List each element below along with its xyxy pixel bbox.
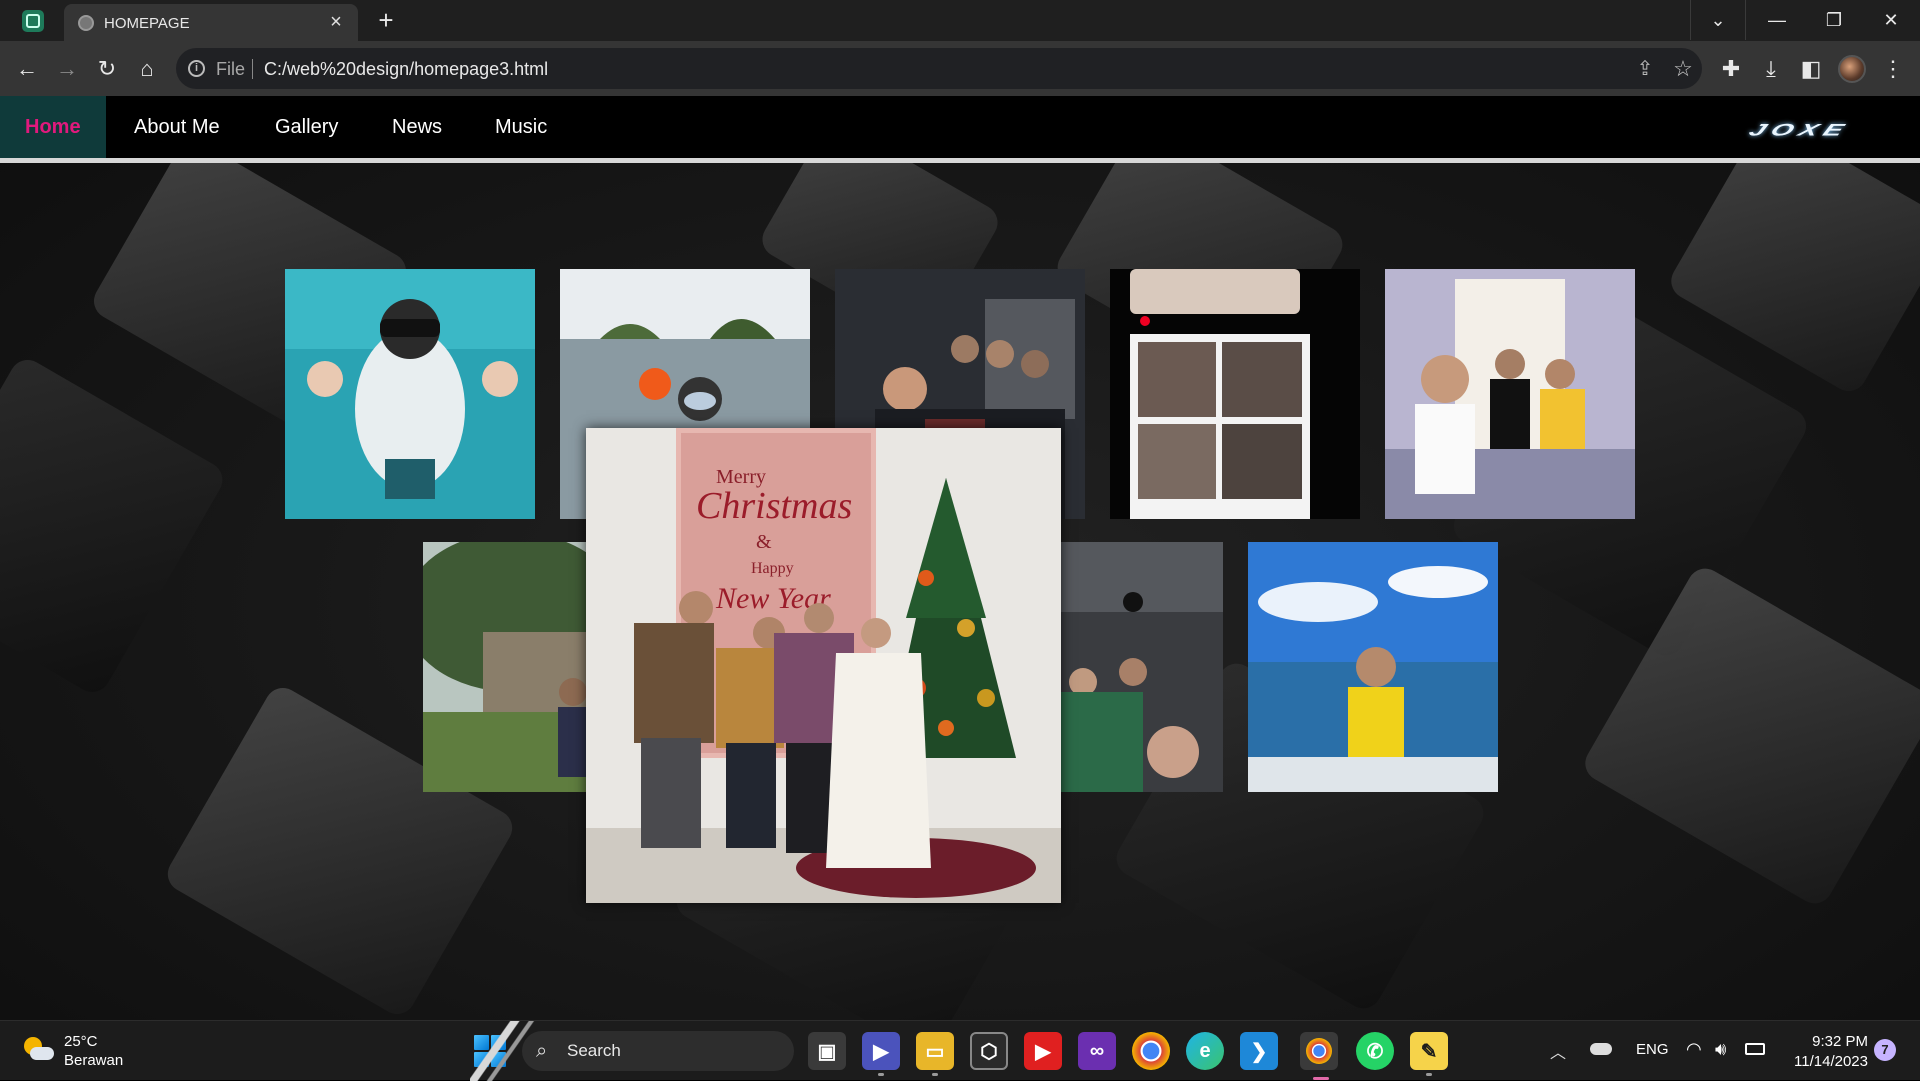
onedrive-cloud-icon[interactable] [1590, 1043, 1612, 1055]
battery-icon[interactable] [1745, 1043, 1765, 1055]
boat-sea-photo[interactable] [1248, 542, 1498, 792]
tab-search-chevron-icon[interactable]: ⌄ [1690, 0, 1746, 40]
nav-music[interactable]: Music [470, 96, 572, 158]
photobooth-strip-photo[interactable] [1110, 269, 1360, 519]
weather-cloud-sun-icon[interactable] [22, 1035, 54, 1065]
search-placeholder: Search [567, 1041, 621, 1060]
back-button[interactable]: ← [12, 54, 42, 84]
address-bar[interactable]: i File C:/web%20design/homepage3.html ⇪ … [176, 48, 1702, 89]
nav-divider [0, 158, 1920, 163]
search-highlight-image [732, 1037, 786, 1065]
sticky-notes-icon[interactable]: ✎ [1410, 1032, 1448, 1076]
youtube-icon[interactable]: ▶ [1024, 1032, 1062, 1070]
site-navbar: Home About Me Gallery News Music JOXE [0, 96, 1920, 158]
file-explorer-icon[interactable]: ▭ [916, 1032, 954, 1076]
address-separator [252, 59, 253, 79]
browser-tab-strip: HOMEPAGE × + ⌄ — ❐ ✕ [0, 0, 1920, 41]
weather-description[interactable]: Berawan [64, 1052, 123, 1069]
edge-icon[interactable]: e [1186, 1032, 1224, 1070]
weather-temperature[interactable]: 25°C [64, 1033, 98, 1050]
nav-gallery[interactable]: Gallery [250, 96, 363, 158]
close-window-button[interactable]: ✕ [1863, 0, 1919, 40]
tab-title: HOMEPAGE [104, 15, 190, 32]
task-view-icon[interactable]: ▣ [808, 1032, 846, 1070]
whatsapp-icon[interactable]: ✆ [1356, 1032, 1394, 1070]
clock-time[interactable]: 9:32 PM [1806, 1033, 1868, 1050]
reload-button[interactable]: ↻ [92, 54, 122, 84]
bookmark-star-icon[interactable]: ☆ [1670, 56, 1696, 82]
vscode-icon[interactable]: ❯ [1240, 1032, 1278, 1070]
browser-tab[interactable]: HOMEPAGE × [64, 4, 358, 41]
windows-taskbar: 25°C Berawan ⌕ Search ▣ ▶ ▭ ⬡ ▶ ∞ e ❯ ✆ … [0, 1020, 1920, 1081]
visual-studio-icon[interactable]: ∞ [1078, 1032, 1116, 1070]
nav-about-me[interactable]: About Me [109, 96, 245, 158]
url-text[interactable]: C:/web%20design/homepage3.html [264, 59, 548, 80]
hallway-friends-photo[interactable] [1385, 269, 1635, 519]
banner-ampersand-text: & [756, 531, 772, 553]
underwater-snorkel-photo[interactable] [285, 269, 535, 519]
profile-avatar[interactable] [1838, 55, 1866, 83]
web-page: Home About Me Gallery News Music JOXE Me… [0, 96, 1920, 1020]
forward-button[interactable]: → [52, 54, 82, 84]
nav-home[interactable]: Home [0, 96, 106, 158]
site-logo[interactable]: JOXE [1746, 120, 1853, 139]
more-menu-icon[interactable]: ⋮ [1878, 54, 1908, 84]
christmas-family-photo[interactable]: Merry Christmas & Happy New Year [586, 428, 1061, 903]
globe-icon [78, 15, 94, 31]
clock-date[interactable]: 11/14/2023 [1784, 1053, 1868, 1070]
browser-toolbar: ← → ↻ ⌂ i File C:/web%20design/homepage3… [0, 41, 1920, 96]
github-desktop-icon[interactable]: ⬡ [970, 1032, 1008, 1070]
home-button[interactable]: ⌂ [132, 54, 162, 84]
app-icon[interactable] [22, 10, 44, 32]
banner-christmas-text: Christmas [696, 485, 852, 527]
nav-news[interactable]: News [367, 96, 467, 158]
side-panel-icon[interactable]: ◧ [1796, 54, 1826, 84]
wifi-icon[interactable]: ◠ [1686, 1039, 1702, 1060]
taskbar-search-box[interactable]: ⌕ Search [522, 1031, 794, 1071]
scheme-label: File [216, 59, 246, 79]
download-icon[interactable]: ⤓ [1756, 54, 1786, 84]
windows-start-button[interactable] [474, 1035, 506, 1067]
bg-shape [0, 353, 229, 699]
language-indicator[interactable]: ENG [1636, 1041, 1669, 1058]
extensions-puzzle-icon[interactable]: ✚ [1716, 54, 1746, 84]
minimize-button[interactable]: — [1749, 0, 1805, 40]
share-icon[interactable]: ⇪ [1632, 56, 1658, 82]
search-icon: ⌕ [536, 1040, 548, 1062]
banner-happy-text: Happy [751, 560, 794, 577]
site-info-icon[interactable]: i [188, 60, 205, 77]
tray-overflow-chevron-icon[interactable]: ︿ [1550, 1039, 1566, 1063]
new-tab-button[interactable]: + [372, 6, 400, 34]
teams-meet-icon[interactable]: ▶ [862, 1032, 900, 1076]
close-tab-icon[interactable]: × [324, 10, 348, 34]
chrome-profile-icon[interactable] [1300, 1032, 1338, 1070]
volume-icon[interactable]: 🔊︎ [1715, 1039, 1726, 1060]
notification-badge[interactable]: 7 [1874, 1039, 1896, 1061]
chrome-icon[interactable] [1132, 1032, 1170, 1070]
restore-button[interactable]: ❐ [1806, 0, 1862, 40]
